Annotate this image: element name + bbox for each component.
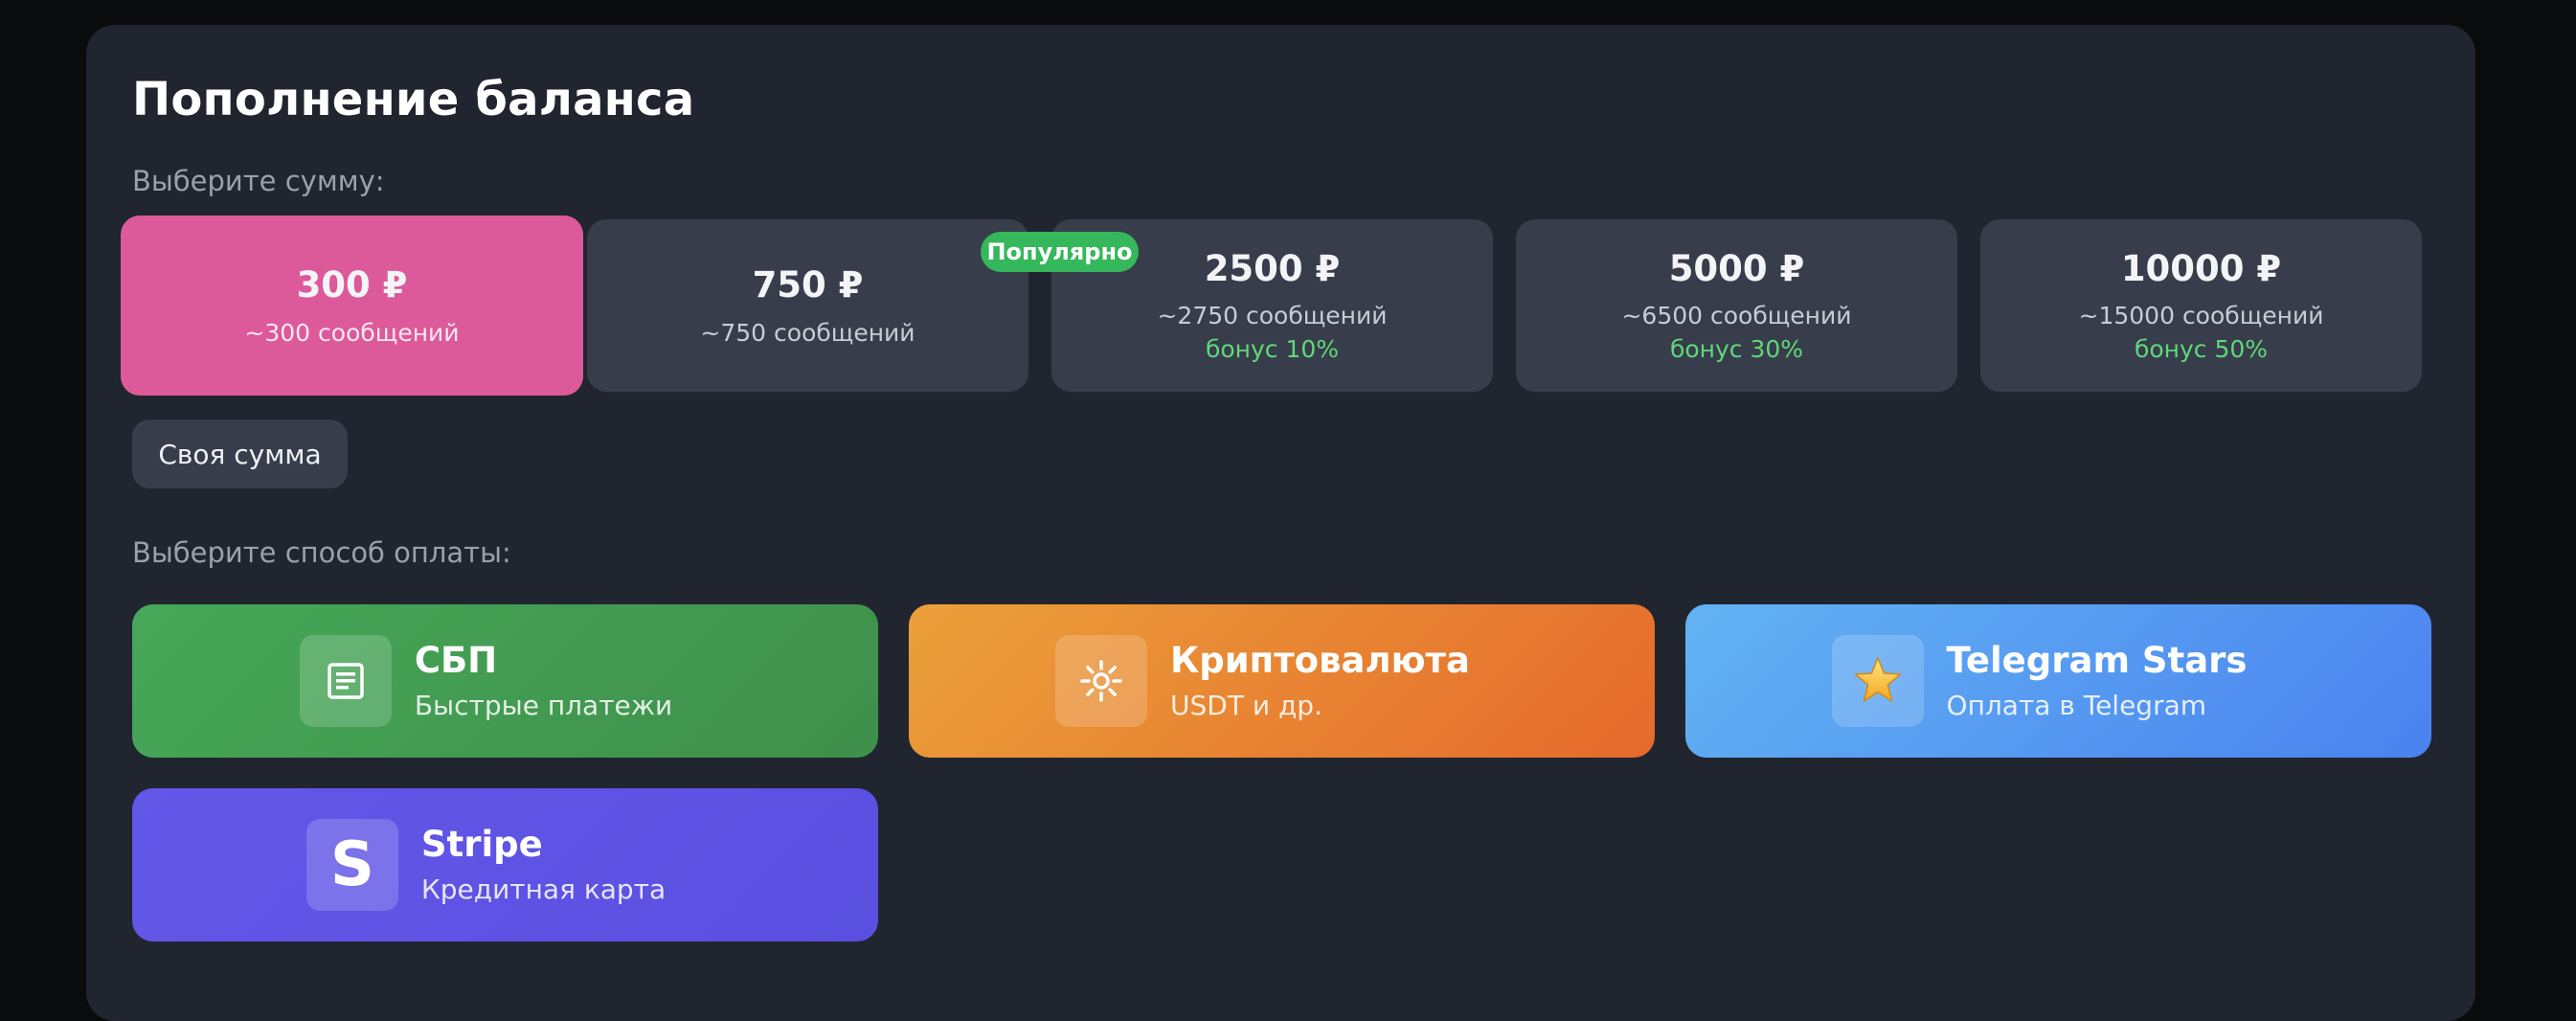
amount-messages: ~750 сообщений xyxy=(700,318,915,347)
payment-method-title: Stripe xyxy=(420,824,543,866)
payment-method-title: Telegram Stars xyxy=(1946,640,2248,682)
amount-value: 5000 ₽ xyxy=(1668,247,1805,289)
amount-value: 300 ₽ xyxy=(296,264,408,306)
amount-bonus: бонус 50% xyxy=(2134,335,2269,364)
amount-messages: ~300 сообщений xyxy=(244,318,460,347)
payment-method-telegram-stars[interactable]: Telegram Stars Оплата в Telegram xyxy=(1685,604,2431,758)
payment-method-title: СБП xyxy=(414,640,498,682)
amount-messages: ~2750 сообщений xyxy=(1157,302,1388,330)
page-title: Пополнение баланса xyxy=(132,73,695,126)
stripe-logo-icon: S xyxy=(305,819,398,911)
custom-amount-button[interactable]: Своя сумма xyxy=(132,420,348,488)
sun-icon xyxy=(1055,635,1148,727)
amount-option-750[interactable]: 750 ₽ ~750 сообщений xyxy=(587,219,1028,392)
amount-value: 10000 ₽ xyxy=(2120,247,2282,289)
payment-method-subtitle: USDT и др. xyxy=(1170,689,1322,721)
star-icon xyxy=(1831,635,1924,727)
amount-messages: ~6500 сообщений xyxy=(1621,302,1852,330)
amount-options: 300 ₽ ~300 сообщений 750 ₽ ~750 сообщени… xyxy=(121,216,2429,397)
topup-panel: Пополнение баланса Выберите сумму: 300 ₽… xyxy=(86,25,2475,1021)
payment-method-subtitle: Оплата в Telegram xyxy=(1946,689,2207,721)
payment-method-subtitle: Быстрые платежи xyxy=(414,689,673,721)
payment-method-stripe[interactable]: S Stripe Кредитная карта xyxy=(132,788,878,942)
amount-value: 750 ₽ xyxy=(752,264,864,306)
payment-method-sbp[interactable]: СБП Быстрые платежи xyxy=(132,604,878,758)
amount-bonus: бонус 30% xyxy=(1669,335,1804,364)
payment-method-subtitle: Кредитная карта xyxy=(420,873,667,905)
amount-option-10000[interactable]: 10000 ₽ ~15000 сообщений бонус 50% xyxy=(1980,219,2422,392)
payment-method-crypto[interactable]: Криптовалюта USDT и др. xyxy=(909,604,1655,758)
amount-value: 2500 ₽ xyxy=(1204,247,1341,289)
amount-option-5000[interactable]: 5000 ₽ ~6500 сообщений бонус 30% xyxy=(1516,219,1957,392)
payment-method-content: Telegram Stars Оплата в Telegram xyxy=(1831,635,2248,727)
payment-method-title: Криптовалюта xyxy=(1170,640,1470,682)
amount-section-label: Выберите сумму: xyxy=(132,165,385,197)
amount-option-300[interactable]: 300 ₽ ~300 сообщений xyxy=(121,216,583,396)
amount-messages: ~15000 сообщений xyxy=(2078,302,2324,330)
amount-bonus: бонус 10% xyxy=(1205,335,1340,364)
payment-method-content: Криптовалюта USDT и др. xyxy=(1055,635,1470,727)
payment-method-content: S Stripe Кредитная карта xyxy=(305,819,667,911)
receipt-icon xyxy=(299,635,392,727)
payment-method-content: СБП Быстрые платежи xyxy=(299,635,673,727)
payment-section-label: Выберите способ оплаты: xyxy=(132,536,511,569)
popular-badge: Популярно xyxy=(981,232,1139,272)
